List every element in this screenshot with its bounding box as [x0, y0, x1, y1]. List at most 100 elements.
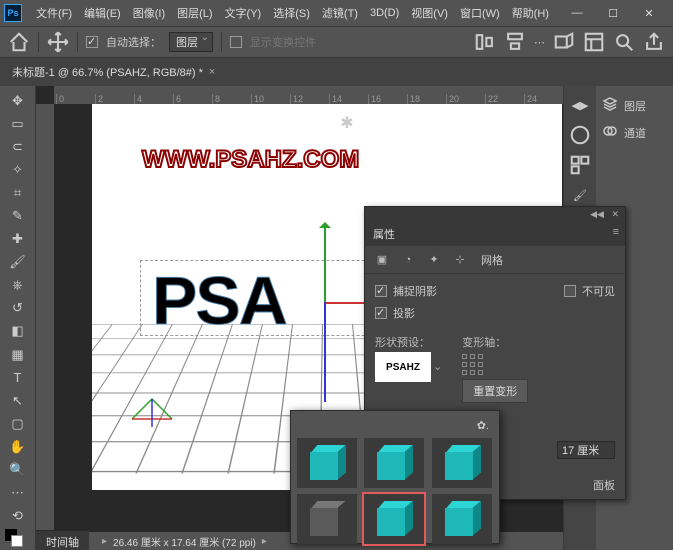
marquee-tool[interactable]: ▭ — [5, 113, 31, 134]
cap-tab-icon[interactable]: ✦ — [425, 251, 443, 269]
gear-icon[interactable]: ✿. — [477, 419, 489, 432]
auto-select-checkbox[interactable] — [86, 36, 98, 48]
properties-title: 属性 — [373, 226, 395, 242]
brush-tool[interactable]: 🖌 — [5, 252, 31, 273]
shape-presets-popup[interactable]: ✿. — [290, 410, 500, 544]
search-icon[interactable] — [613, 31, 635, 53]
align-icon-1[interactable] — [474, 31, 496, 53]
menu-bar: Ps 文件(F) 编辑(E) 图像(I) 图层(L) 文字(Y) 选择(S) 滤… — [0, 0, 673, 26]
menu-image[interactable]: 图像(I) — [127, 2, 171, 24]
menu-file[interactable]: 文件(F) — [30, 2, 78, 24]
healing-tool[interactable]: ✚ — [5, 229, 31, 250]
deform-axis-grid[interactable] — [462, 354, 528, 375]
share-icon[interactable] — [643, 31, 665, 53]
color-swap[interactable]: ⟲ — [5, 506, 31, 527]
shape-tool[interactable]: ▢ — [5, 413, 31, 434]
watermark-text: WWW.PSAHZ.COM — [142, 146, 359, 174]
document-tab[interactable]: 未标题-1 @ 66.7% (PSAHZ, RGB/8#) * — [12, 64, 203, 80]
ruler-horizontal: 024681012141618202224 — [54, 86, 563, 104]
layers-icon — [602, 96, 618, 115]
channels-panel-tab[interactable]: 通道 — [600, 119, 669, 146]
app-logo: Ps — [4, 4, 22, 22]
shape-preset-label: 形状预设： — [375, 334, 442, 350]
preset-2[interactable] — [364, 438, 424, 488]
properties-header[interactable]: 属性 ≡ — [365, 222, 625, 246]
auto-select-dropdown[interactable]: 图层 — [169, 32, 213, 52]
shape-preset-thumbnail[interactable]: PSAHZ — [375, 352, 431, 382]
coord-tab-icon[interactable]: ⊹ — [451, 251, 469, 269]
gradient-tool[interactable]: ▦ — [5, 344, 31, 365]
menu-window[interactable]: 窗口(W) — [454, 2, 506, 24]
catch-shadow-label: 捕捉阴影 — [393, 283, 437, 299]
hand-tool[interactable]: ✋ — [5, 436, 31, 457]
preset-6[interactable] — [432, 494, 492, 544]
align-icon-2[interactable] — [504, 31, 526, 53]
deform-tab-icon[interactable]: ◔ — [399, 251, 417, 269]
invisible-checkbox[interactable] — [564, 285, 576, 297]
show-transform-checkbox[interactable] — [230, 36, 242, 48]
show-transform-label: 显示变换控件 — [250, 34, 316, 50]
panel-menu-icon[interactable]: ≡ — [613, 226, 619, 238]
home-icon[interactable] — [8, 31, 30, 53]
invisible-label: 不可见 — [582, 283, 615, 299]
loading-spinner-icon: ✱ — [334, 110, 360, 136]
document-tab-bar: 未标题-1 @ 66.7% (PSAHZ, RGB/8#) * × — [0, 58, 673, 86]
preset-1[interactable] — [297, 438, 357, 488]
menu-3d[interactable]: 3D(D) — [364, 4, 405, 22]
panel-button[interactable]: 面板 — [593, 477, 615, 493]
cast-shadow-checkbox[interactable] — [375, 307, 387, 319]
mesh-tab-icon[interactable]: ▣ — [373, 251, 391, 269]
color-panel-icon[interactable] — [569, 124, 591, 146]
tools-panel: ✥ ▭ ⊂ ✧ ⌗ ✎ ✚ 🖌 ⎈ ↺ ◧ ▦ T ↖ ▢ ✋ 🔍 ⋯ ⟲ — [0, 86, 36, 550]
menu-help[interactable]: 帮助(H) — [506, 2, 555, 24]
tab-close-icon[interactable]: × — [209, 66, 215, 78]
timeline-tab[interactable]: 时间轴 — [36, 530, 89, 550]
menu-view[interactable]: 视图(V) — [405, 2, 454, 24]
menu-select[interactable]: 选择(S) — [267, 2, 316, 24]
window-maximize-button[interactable]: ☐ — [601, 7, 625, 20]
secondary-gizmo[interactable] — [122, 389, 182, 429]
ruler-vertical — [36, 104, 54, 532]
path-tool[interactable]: ↖ — [5, 390, 31, 411]
dimension-input[interactable] — [557, 441, 615, 459]
axis-y-icon[interactable] — [324, 224, 326, 304]
menu-type[interactable]: 文字(Y) — [219, 2, 268, 24]
swatches-panel-icon[interactable] — [569, 154, 591, 176]
magic-wand-tool[interactable]: ✧ — [5, 159, 31, 180]
brush-panel-icon[interactable]: 🖌 — [569, 184, 591, 206]
axis-z-icon[interactable] — [324, 302, 326, 402]
catch-shadow-checkbox[interactable] — [375, 285, 387, 297]
channels-label: 通道 — [624, 125, 646, 141]
reset-deform-button[interactable]: 重置变形 — [462, 379, 528, 403]
preset-4[interactable] — [297, 494, 357, 544]
cast-shadow-label: 投影 — [393, 305, 415, 321]
window-minimize-button[interactable]: — — [565, 7, 589, 20]
preset-5-selected[interactable] — [364, 494, 424, 544]
mesh-tab-label[interactable]: 网格 — [481, 252, 503, 268]
workspace-icon[interactable] — [583, 31, 605, 53]
collapse-icon[interactable]: ◀▶ — [569, 94, 591, 116]
channels-icon — [602, 123, 618, 142]
move-tool[interactable]: ✥ — [5, 90, 31, 111]
preset-3[interactable] — [432, 438, 492, 488]
menu-filter[interactable]: 滤镜(T) — [316, 2, 364, 24]
lasso-tool[interactable]: ⊂ — [5, 136, 31, 157]
type-tool[interactable]: T — [5, 367, 31, 388]
chevron-down-icon[interactable]: ⌄ — [433, 360, 442, 373]
3d-text-object[interactable]: PSA — [152, 262, 286, 340]
menu-edit[interactable]: 编辑(E) — [78, 2, 127, 24]
window-close-button[interactable]: ✕ — [637, 7, 661, 20]
move-tool-icon[interactable] — [47, 31, 69, 53]
3d-mode-icon[interactable] — [553, 31, 575, 53]
eraser-tool[interactable]: ◧ — [5, 321, 31, 342]
color-swatch[interactable] — [5, 529, 31, 550]
history-brush-tool[interactable]: ↺ — [5, 298, 31, 319]
stamp-tool[interactable]: ⎈ — [5, 275, 31, 296]
layers-panel-tab[interactable]: 图层 — [600, 92, 669, 119]
eyedropper-tool[interactable]: ✎ — [5, 205, 31, 226]
crop-tool[interactable]: ⌗ — [5, 182, 31, 203]
menu-layer[interactable]: 图层(L) — [171, 2, 218, 24]
layers-label: 图层 — [624, 98, 646, 114]
more-tools[interactable]: ⋯ — [5, 483, 31, 504]
zoom-tool[interactable]: 🔍 — [5, 460, 31, 481]
